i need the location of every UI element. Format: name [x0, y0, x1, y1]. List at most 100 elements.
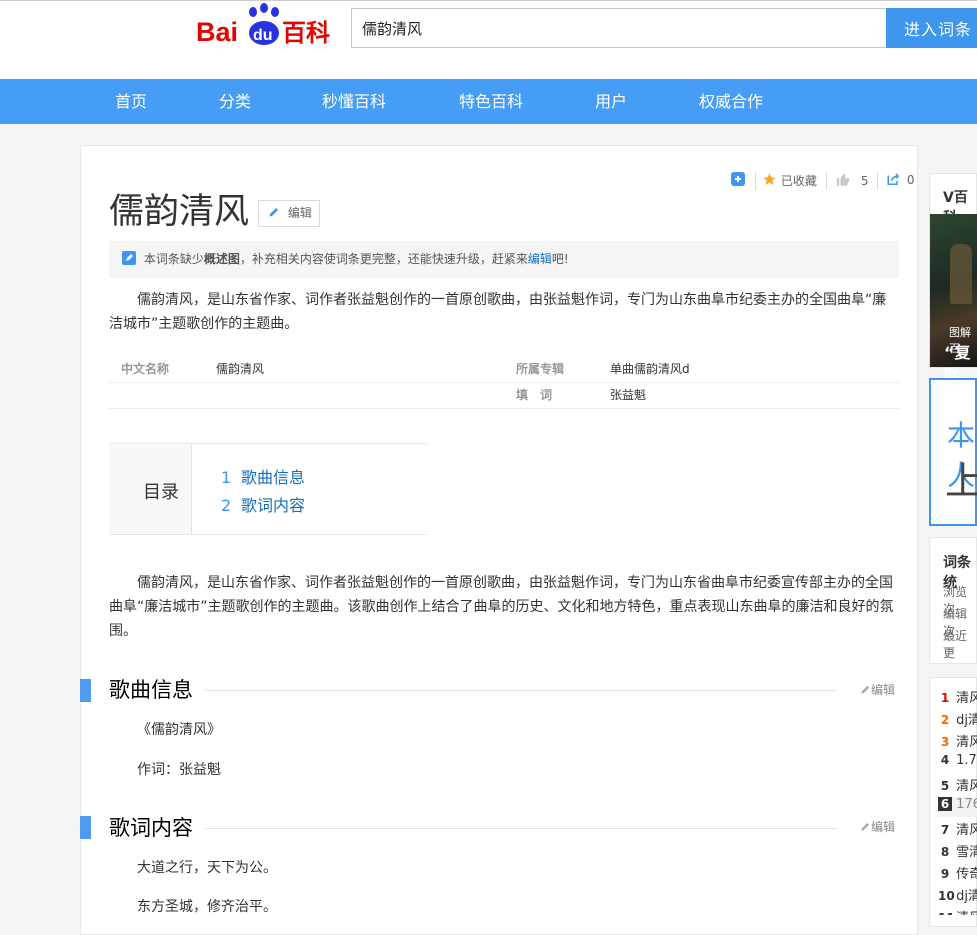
nav-item-featured[interactable]: 特色百科 [459, 79, 523, 124]
collect-label: 已收藏 [780, 174, 817, 188]
toc-item-number: 1 [221, 468, 232, 487]
add-icon[interactable] [731, 172, 745, 192]
ranking-item[interactable]: 5 清风 [938, 775, 977, 795]
ranking-text: 清风 [956, 691, 977, 706]
notice-text-pre: 本词条缺少 [143, 252, 204, 266]
ranking-text: 1.7 [956, 753, 977, 768]
top-bar: Bai du 百科 进入词条 [0, 0, 977, 79]
lemma-summary: 儒韵清风，是山东省作家、词作者张益魁创作的一首原创歌曲，由张益魁作词，专门为山东… [109, 292, 887, 332]
thumb-up-icon [836, 173, 850, 186]
nav-item-partnership[interactable]: 权威合作 [699, 79, 763, 124]
edit-note-icon [122, 251, 136, 265]
section-edit-label: 编辑 [871, 820, 896, 834]
ranking-number: 8 [940, 845, 950, 859]
section-edit-button[interactable]: 编辑 [860, 818, 895, 835]
section-divider [205, 828, 837, 829]
pencil-icon [269, 208, 278, 217]
like-button[interactable]: 5 [835, 172, 868, 192]
toc-item-text: 歌词内容 [241, 496, 306, 515]
ranking-item[interactable]: 9 传奇 [938, 863, 977, 883]
enter-entry-button[interactable]: 进入词条 [886, 8, 977, 48]
toc-label: 目录 [143, 482, 179, 503]
song-info-line: 作词：张益魁 [137, 762, 221, 778]
logo-du-text: du [253, 27, 273, 44]
missing-image-notice: 本词条缺少概述图，补充相关内容使词条更完整，还能快速升级，赶紧来编辑吧! [109, 241, 899, 278]
section-edit-button[interactable]: 编辑 [860, 681, 895, 698]
ranking-item[interactable]: 3 清风 [938, 731, 977, 751]
toc-header: 目录 [109, 444, 192, 534]
basic-info-name: 所属专辑 [516, 362, 565, 376]
edit-entry-label: 编辑 [287, 206, 312, 220]
toc-item-lyrics[interactable]: 2 歌词内容 [221, 492, 305, 516]
nav-item-home[interactable]: 首页 [115, 79, 147, 124]
ranking-item[interactable]: 4 1.7 [938, 753, 977, 773]
section-divider [205, 690, 837, 691]
entry-stats-card: 词条统 浏览次 编辑次 最近更 [929, 537, 977, 664]
collect-button[interactable]: 已收藏 [762, 172, 817, 192]
basic-info-row: 中文名称 儒韵清风 所属专辑 单曲儒韵清风d [109, 356, 899, 383]
ranking-item[interactable]: 1 清风 [938, 687, 977, 707]
ranking-text: 传奇 [956, 867, 977, 882]
share-button[interactable]: 0 [886, 172, 914, 192]
toc-item-song-info[interactable]: 1 歌曲信息 [221, 464, 305, 488]
section-marker [80, 816, 91, 839]
section-edit-label: 编辑 [871, 683, 896, 697]
ranking-item[interactable]: 7 清风 [938, 819, 977, 839]
nav-item-category[interactable]: 分类 [219, 79, 251, 124]
toolbar-divider [877, 172, 878, 190]
ranking-item[interactable]: 10 dj清 [938, 885, 977, 905]
toolbar-divider [755, 172, 756, 190]
lyrics-line: 东方圣城，修齐治平。 [137, 899, 277, 915]
ad-banner[interactable]: 本人 上 [929, 378, 977, 526]
lyrics-line: 大道之行，天下为公。 [137, 860, 277, 876]
ranking-text: 清风 [956, 823, 977, 838]
ranking-item[interactable]: 8 雪清 [938, 841, 977, 861]
basic-info-value: 单曲儒韵清风d [610, 362, 690, 376]
notice-text-bold: 概述图 [203, 252, 240, 266]
ranking-number: 4 [940, 753, 950, 767]
basic-info-name: 中文名称 [121, 362, 170, 376]
nav-item-video-baike[interactable]: 秒懂百科 [322, 79, 386, 124]
page-title: 儒韵清风 [109, 192, 250, 232]
like-count: 5 [860, 174, 869, 188]
baidu-baike-logo[interactable]: Bai du 百科 [196, 3, 336, 47]
vbaike-card[interactable]: V百科 图解百 “复联 [929, 173, 977, 386]
ranking-text: 雪清 [956, 845, 977, 860]
toc-item-text: 歌曲信息 [241, 468, 306, 487]
nav-item-user[interactable]: 用户 [595, 79, 627, 124]
ranking-item[interactable]: 11 清风 [938, 907, 977, 915]
ranking-number: 11 [938, 911, 955, 915]
vbaike-thumbnail: 图解百 “复联 [930, 214, 977, 386]
ranking-text: 清风 [956, 911, 977, 915]
search-input[interactable] [351, 8, 887, 48]
ranking-number: 6 [938, 797, 952, 811]
share-count: 0 [906, 173, 915, 187]
notice-text-post: 吧! [551, 252, 569, 266]
basic-info-value: 儒韵清风 [216, 362, 265, 376]
section-marker [80, 679, 91, 702]
stats-row: 最近更 [943, 629, 968, 660]
ranking-text: dj清 [956, 889, 977, 904]
basic-info-value: 张益魁 [610, 388, 647, 402]
notice-text-mid: ，补充相关内容使词条更完整，还能快速升级，赶紧来 [239, 252, 528, 266]
toc-item-number: 2 [221, 496, 232, 515]
ranking-text: 176 [956, 797, 977, 812]
ranking-number: 10 [938, 889, 955, 903]
share-icon [887, 173, 900, 185]
notice-edit-link[interactable]: 编辑 [528, 252, 552, 266]
song-info-line: 《儒韵清风》 [137, 722, 221, 738]
edit-entry-button[interactable]: 编辑 [258, 200, 320, 227]
ranking-number: 7 [940, 823, 950, 837]
ad-line-2: 上 [945, 459, 977, 503]
nav-bar: 首页 分类 秒懂百科 特色百科 用户 权威合作 [0, 79, 977, 124]
logo-bai-text: Bai [196, 17, 238, 47]
ranking-number: 3 [940, 735, 950, 749]
section-title-lyrics: 歌词内容 [109, 816, 193, 840]
ranking-text: dj清 [956, 713, 977, 728]
ranking-number: 9 [940, 867, 950, 881]
ranking-number: 5 [940, 779, 950, 793]
ranking-number: 1 [940, 691, 950, 705]
ranking-item-highlighted[interactable]: 6 176 [938, 797, 977, 817]
ranking-item[interactable]: 2 dj清 [938, 709, 977, 729]
toolbar-divider [826, 172, 827, 190]
